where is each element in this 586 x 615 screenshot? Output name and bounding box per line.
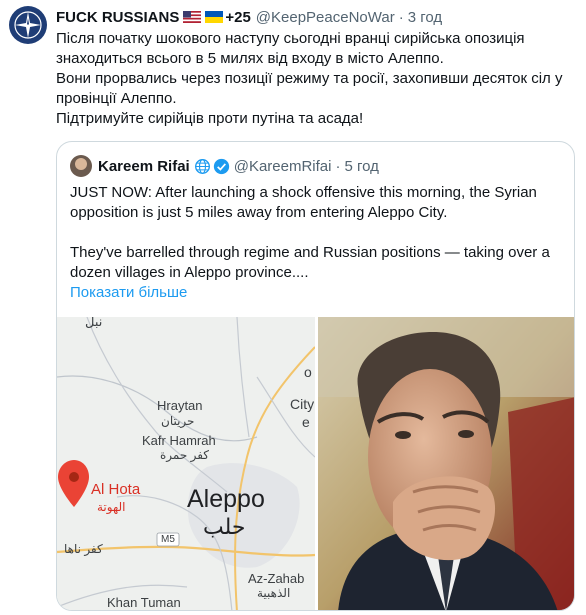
map-label: الهوتة: [97, 500, 126, 514]
ukraine-flag-icon: [205, 11, 224, 23]
tweet-text-line: Вони прорвались через позиції режиму та …: [56, 70, 563, 87]
quote-avatar[interactable]: [70, 155, 92, 177]
quote-timestamp[interactable]: 5 год: [344, 158, 378, 175]
quote-text: JUST NOW: After launching a shock offens…: [70, 183, 565, 283]
map-label: كفر ناها: [64, 542, 103, 556]
author-name[interactable]: FUCK RUSSIANS: [56, 9, 179, 26]
map-label: Az-Zahab: [248, 571, 305, 586]
quote-text-line: JUST NOW: After launching a shock offens…: [70, 184, 537, 201]
tweet-header: FUCK RUSSIANS +25 @KeepPeaceNoWar · 3 го…: [56, 7, 442, 27]
map-label: Hraytan: [157, 398, 203, 413]
tweet-text-line: провінції Алеппо.: [56, 90, 177, 107]
quote-author-name[interactable]: Kareem Rifai: [98, 158, 190, 175]
author-handle[interactable]: @KeepPeaceNoWar: [256, 9, 395, 26]
quote-text-line: opposition is just 5 miles away from ent…: [70, 204, 448, 221]
map-label: M5: [161, 534, 175, 545]
quote-text-line: dozen villages in Aleppo province....: [70, 264, 309, 281]
portrait-photo[interactable]: [318, 317, 574, 610]
map-label: Khan Tuman: [107, 595, 181, 610]
tweet-timestamp[interactable]: 3 год: [408, 9, 442, 26]
map-label: o: [304, 364, 312, 380]
map-label: نبل: [85, 317, 103, 329]
quoted-tweet[interactable]: Kareem Rifai @KareemRifai · 5 год JUST N…: [56, 141, 575, 611]
badge-count: +25: [225, 8, 251, 26]
verified-icon: [213, 158, 229, 174]
globe-icon: [194, 158, 210, 174]
tweet-text: Після початку шокового наступу сьогодні …: [56, 29, 576, 129]
tweet-text-line: Після початку шокового наступу сьогодні …: [56, 30, 525, 47]
map-image[interactable]: نبل Hraytan حريتان Kafr Hamrah كفر حمرة …: [57, 317, 315, 610]
separator-dot: ·: [398, 8, 404, 26]
quote-header: Kareem Rifai @KareemRifai · 5 год: [70, 155, 379, 177]
nato-emblem-icon[interactable]: [9, 6, 47, 44]
map-label: e: [302, 414, 310, 430]
map-label: Aleppo: [187, 485, 265, 513]
quote-text-line: They've barrelled through regime and Rus…: [70, 244, 550, 261]
map-label: Kafr Hamrah: [142, 433, 216, 448]
tweet-text-line: Підтримуйте сирійців проти путіна та аса…: [56, 110, 364, 127]
map-label: الذهبية: [257, 586, 291, 600]
map-label: City: [290, 396, 315, 412]
us-flag-icon: [183, 11, 202, 23]
map-label: حريتان: [161, 414, 195, 428]
separator-dot: ·: [335, 157, 341, 175]
tweet-text-line: знаходиться всього в 5 милях від входу в…: [56, 50, 444, 67]
map-label: حلب: [203, 514, 246, 539]
media-grid: نبل Hraytan حريتان Kafr Hamrah كفر حمرة …: [57, 317, 574, 610]
map-label: Al Hota: [91, 481, 141, 498]
tweet[interactable]: FUCK RUSSIANS +25 @KeepPeaceNoWar · 3 го…: [0, 0, 586, 615]
show-more-link[interactable]: Показати більше: [70, 284, 187, 301]
map-label: كفر حمرة: [160, 448, 210, 462]
quote-author-handle[interactable]: @KareemRifai: [234, 158, 332, 175]
